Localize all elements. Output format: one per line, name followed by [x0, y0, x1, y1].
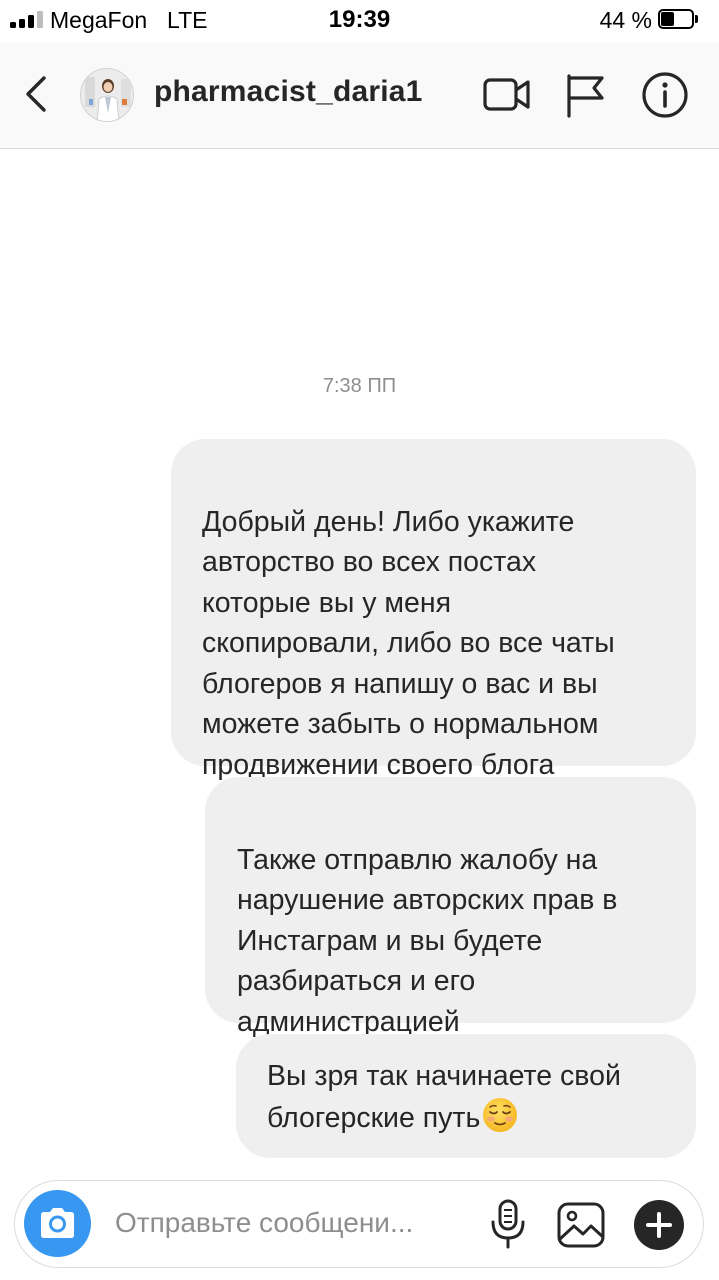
- avatar[interactable]: [80, 68, 134, 122]
- video-camera-icon: [483, 78, 530, 111]
- chat-header: pharmacist_daria1: [0, 42, 719, 149]
- more-options-button[interactable]: [634, 1200, 684, 1250]
- message-bubble[interactable]: Вы зря так начинаете свой блогерские пут…: [236, 1034, 696, 1158]
- battery-icon: [658, 9, 700, 31]
- battery-percent: 44 %: [599, 7, 652, 33]
- report-button[interactable]: [560, 70, 610, 120]
- info-icon: [642, 72, 688, 118]
- voice-message-button[interactable]: [487, 1198, 529, 1250]
- relieved-face-icon: [483, 1097, 518, 1132]
- profile-photo-icon: [81, 69, 133, 121]
- video-call-button[interactable]: [482, 70, 532, 120]
- status-bar: MegaFon LTE 19:39 44 %: [0, 0, 719, 42]
- message-text: Добрый день! Либо укажите авторство во в…: [202, 505, 615, 781]
- info-button[interactable]: [640, 70, 690, 120]
- chat-username[interactable]: pharmacist_daria1: [154, 75, 423, 109]
- chevron-left-icon: [26, 76, 46, 112]
- message-bubble[interactable]: Также отправлю жалобу на нарушение автор…: [205, 777, 696, 1038]
- message-text: Также отправлю жалобу на нарушение автор…: [237, 843, 618, 1038]
- message-text: Вы зря так начинаете свой блогерские пут…: [267, 1060, 621, 1134]
- message-composer: [14, 1180, 704, 1268]
- back-button[interactable]: [14, 72, 58, 116]
- camera-icon: [41, 1208, 74, 1238]
- plus-icon: [646, 1212, 672, 1238]
- direct-message-screen: MegaFon LTE 19:39 44 % pharmacist_daria1…: [0, 0, 719, 1280]
- gallery-icon: [557, 1202, 605, 1248]
- message-input[interactable]: [115, 1197, 475, 1249]
- camera-button[interactable]: [24, 1190, 91, 1257]
- gallery-button[interactable]: [555, 1199, 607, 1251]
- flag-icon: [567, 74, 604, 118]
- message-timestamp: 7:38 ПП: [322, 375, 397, 397]
- message-bubble[interactable]: Добрый день! Либо укажите авторство во в…: [171, 439, 696, 781]
- microphone-icon: [491, 1199, 525, 1249]
- message-thread: 7:38 ПП Добрый день! Либо укажите авторс…: [0, 149, 719, 1169]
